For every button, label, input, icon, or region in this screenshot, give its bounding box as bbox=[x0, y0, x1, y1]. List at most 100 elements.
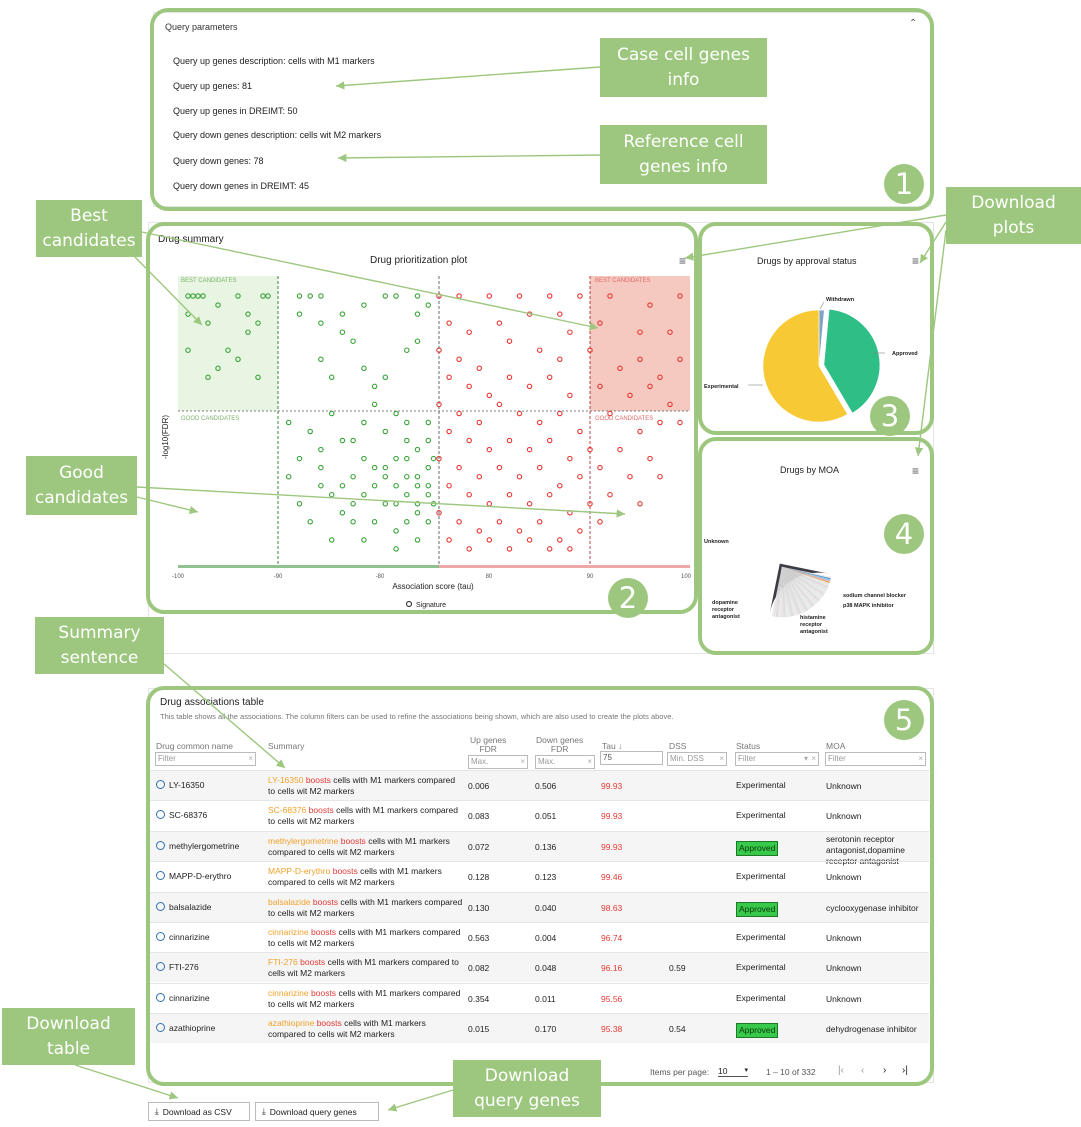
drug-name-cell[interactable]: methylergometrine bbox=[156, 840, 239, 852]
tau-filter-input[interactable]: 75 bbox=[600, 751, 663, 765]
scatter-point-green bbox=[425, 464, 432, 471]
chevron-up-icon[interactable]: ⌃ bbox=[909, 18, 917, 29]
table-row[interactable]: MAPP-D-erythro MAPP-D-erythro boosts cell… bbox=[150, 861, 929, 891]
good-candidates-label-left: GOOD CANDIDATES bbox=[181, 416, 239, 422]
drug-name-cell[interactable]: cinnarizine bbox=[156, 992, 210, 1004]
next-page-icon[interactable]: › bbox=[883, 1065, 886, 1076]
drug-name-cell[interactable]: MAPP-D-erythro bbox=[156, 871, 231, 882]
moa-filter-input[interactable]: Filter × bbox=[825, 752, 926, 766]
badge-5: 5 bbox=[884, 700, 924, 740]
table-row[interactable]: SC-68376 SC-68376 boosts cells with M1 ma… bbox=[150, 800, 929, 830]
down-fdr-cell: 0.051 bbox=[535, 811, 557, 822]
molecule-icon[interactable] bbox=[156, 962, 165, 972]
scatter-point-green bbox=[404, 473, 410, 480]
withdrawn-leader-line bbox=[819, 301, 825, 310]
header-down-fdr[interactable]: Down genes FDR bbox=[536, 736, 583, 754]
scatter-point-red bbox=[567, 329, 573, 335]
scatter-point-green bbox=[339, 437, 346, 444]
moa-cell: Unknown bbox=[826, 872, 862, 883]
scatter-point-red bbox=[557, 482, 563, 489]
scatter-point-green bbox=[296, 293, 303, 299]
molecule-icon[interactable] bbox=[156, 840, 165, 850]
table-row[interactable]: cinnarizine cinnarizine boosts cells with… bbox=[150, 922, 929, 952]
molecule-icon[interactable] bbox=[156, 810, 165, 820]
good-candidates-label-right: GOOD CANDIDATES bbox=[595, 416, 653, 422]
status-approved-badge: Approved bbox=[736, 1023, 779, 1039]
tau-cell: 96.16 bbox=[601, 963, 623, 974]
status-cell: Experimental bbox=[736, 962, 786, 973]
scatter-plot: BEST CANDIDATES BEST CANDIDATES GOOD CAN… bbox=[161, 276, 692, 609]
drug-name-cell[interactable]: azathioprine bbox=[156, 1023, 215, 1034]
table-row[interactable]: LY-16350 LY-16350 boosts cells with M1 ma… bbox=[150, 770, 929, 800]
molecule-icon[interactable] bbox=[156, 780, 165, 789]
moa-menu-icon[interactable]: ≡ bbox=[912, 464, 919, 478]
scatter-point-green bbox=[285, 419, 292, 426]
scatter-point-red bbox=[516, 528, 523, 534]
callout-summary-sentence: Summary sentence bbox=[35, 617, 164, 674]
up-fdr-filter-input[interactable]: Max. × bbox=[468, 755, 528, 769]
summary-cell: methylergometrine boosts cells with M1 m… bbox=[268, 835, 450, 857]
drug-filter-input[interactable]: Filter × bbox=[155, 752, 256, 766]
scatter-point-green bbox=[382, 293, 389, 299]
x-tick: 90 bbox=[587, 574, 594, 580]
table-row[interactable]: methylergometrine methylergometrine boost… bbox=[150, 830, 929, 866]
scatter-point-green bbox=[361, 365, 367, 372]
molecule-icon[interactable] bbox=[156, 992, 165, 1002]
molecule-icon[interactable] bbox=[156, 871, 165, 881]
down-fdr-cell: 0.040 bbox=[535, 902, 557, 913]
qp-up-genes-dreimt: Query up genes in DREIMT: 50 bbox=[173, 106, 298, 116]
scatter-point-green bbox=[371, 383, 378, 390]
approval-menu-icon[interactable]: ≡ bbox=[912, 254, 919, 268]
scatter-point-red bbox=[456, 410, 462, 417]
status-text: Experimental bbox=[736, 932, 786, 942]
badge-1: 1 bbox=[884, 164, 924, 204]
scatter-point-green bbox=[425, 519, 432, 525]
header-summary[interactable]: Summary bbox=[268, 741, 304, 751]
withdrawn-label: Withdrawn bbox=[826, 297, 855, 303]
header-dss[interactable]: DSS bbox=[669, 741, 686, 751]
scatter-point-green bbox=[425, 491, 432, 498]
prev-page-icon[interactable]: ‹ bbox=[861, 1065, 864, 1076]
callout-best-candidates: Best candidates bbox=[36, 200, 142, 257]
items-per-page-select[interactable]: 10 ▾ bbox=[718, 1066, 748, 1077]
table-row[interactable]: balsalazide balsalazide boosts cells with… bbox=[150, 891, 929, 922]
molecule-icon[interactable] bbox=[156, 932, 165, 941]
status-cell: Approved bbox=[736, 840, 779, 856]
scatter-point-red bbox=[567, 455, 573, 462]
download-csv-button[interactable]: ⤓ Download as CSV bbox=[148, 1102, 250, 1121]
table-row[interactable]: azathioprine azathioprine boosts cells wi… bbox=[150, 1013, 929, 1044]
drug-name-cell[interactable]: LY-16350 bbox=[156, 780, 204, 791]
experimental-label: Experimental bbox=[704, 384, 739, 390]
first-page-icon[interactable]: |‹ bbox=[838, 1065, 844, 1076]
scatter-point-green bbox=[371, 482, 378, 489]
molecule-icon[interactable] bbox=[156, 1023, 165, 1033]
molecule-icon[interactable] bbox=[156, 901, 165, 911]
x-tick: -90 bbox=[274, 574, 283, 580]
download-query-genes-button[interactable]: ⤓ Download query genes bbox=[255, 1102, 379, 1121]
drug-name-cell[interactable]: balsalazide bbox=[156, 901, 212, 913]
table-row[interactable]: cinnarizine cinnarizine boosts cells with… bbox=[150, 982, 929, 1013]
status-filter-select[interactable]: Filter ▾ × bbox=[735, 752, 819, 766]
table-row[interactable]: FTI-276 FTI-276 boosts cells with M1 mark… bbox=[150, 952, 929, 983]
header-up-fdr[interactable]: Up genes FDR bbox=[470, 736, 506, 754]
scatter-point-green bbox=[404, 419, 410, 426]
moa-cell: Unknown bbox=[826, 963, 862, 974]
drug-name-cell[interactable]: FTI-276 bbox=[156, 962, 199, 973]
scatter-point-green bbox=[339, 311, 346, 317]
drug-name-cell[interactable]: cinnarizine bbox=[156, 932, 210, 943]
header-moa[interactable]: MOA bbox=[826, 741, 845, 751]
header-status[interactable]: Status bbox=[736, 741, 760, 751]
dss-filter-input[interactable]: Min. DSS × bbox=[667, 752, 727, 766]
scatter-point-red bbox=[456, 356, 462, 363]
header-drug[interactable]: Drug common name bbox=[156, 741, 233, 751]
down-fdr-filter-input[interactable]: Max. × bbox=[535, 755, 595, 769]
scatter-point-red bbox=[456, 464, 462, 471]
x-tick: -100 bbox=[172, 574, 185, 580]
status-cell: Experimental bbox=[736, 932, 786, 943]
last-page-icon[interactable]: ›| bbox=[902, 1065, 908, 1076]
down-fdr-cell: 0.506 bbox=[535, 781, 557, 791]
query-parameters-title[interactable]: Query parameters bbox=[165, 22, 238, 32]
header-tau[interactable]: Tau ↓ bbox=[602, 741, 622, 751]
drug-name-cell[interactable]: SC-68376 bbox=[156, 810, 207, 821]
scatter-point-red bbox=[647, 455, 653, 462]
